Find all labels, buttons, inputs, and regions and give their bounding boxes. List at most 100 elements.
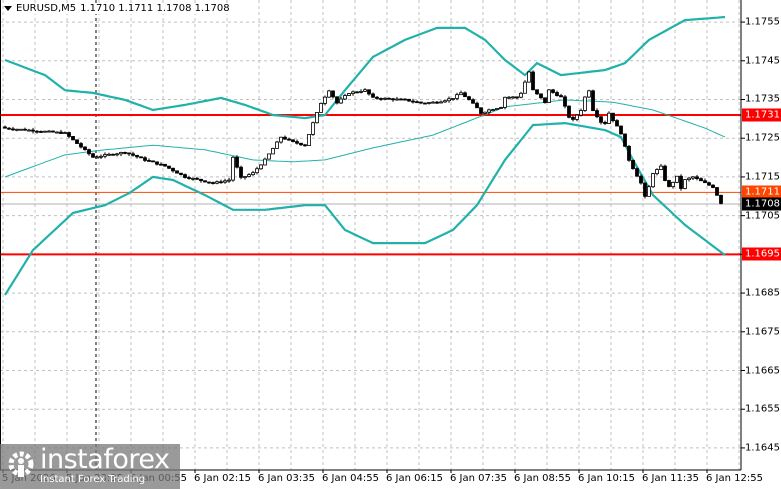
candle-body bbox=[687, 177, 691, 181]
candle-body bbox=[459, 92, 463, 96]
candle-body bbox=[339, 98, 343, 104]
price-box-bid: 1.1708 bbox=[742, 197, 781, 211]
candle-body bbox=[83, 146, 87, 151]
candle-body bbox=[639, 175, 643, 184]
candle-body bbox=[307, 134, 311, 146]
candle-body bbox=[343, 95, 347, 100]
candle-body bbox=[271, 148, 275, 155]
candle-body bbox=[27, 129, 31, 132]
candle-body bbox=[259, 164, 263, 170]
candle-body bbox=[139, 156, 143, 159]
candle-body bbox=[143, 157, 147, 161]
gear-logo-icon bbox=[8, 451, 34, 477]
candle-body bbox=[711, 184, 715, 188]
candle-body bbox=[539, 93, 543, 99]
candle-body bbox=[507, 96, 511, 99]
candle-body bbox=[431, 101, 435, 104]
candle-body bbox=[563, 96, 567, 107]
candle-body bbox=[619, 125, 623, 135]
candle-body bbox=[31, 129, 35, 132]
candle-body bbox=[383, 97, 387, 100]
candle-body bbox=[499, 107, 503, 109]
candle-body bbox=[555, 92, 559, 97]
candle-body bbox=[643, 182, 647, 197]
candle-body bbox=[163, 163, 167, 167]
candle-body bbox=[135, 154, 139, 158]
candle-body bbox=[11, 128, 15, 131]
symbol-label: EURUSD,M5 bbox=[16, 3, 77, 14]
price-tick-label: 1.1745 bbox=[745, 55, 780, 67]
candle-body bbox=[167, 165, 171, 169]
candle-body bbox=[239, 166, 243, 178]
candle-body bbox=[155, 161, 159, 165]
time-tick-label: 6 Jan 10:15 bbox=[578, 473, 635, 484]
candle-body bbox=[175, 170, 179, 174]
candle-body bbox=[355, 91, 359, 94]
candle-body bbox=[227, 179, 231, 182]
candle-body bbox=[663, 165, 667, 181]
candle-body bbox=[403, 98, 407, 101]
candle-body bbox=[435, 101, 439, 104]
ohlc-values: 1.1710 1.1711 1.1708 1.1708 bbox=[80, 3, 230, 14]
candle-body bbox=[623, 133, 627, 147]
price-tick-label: 1.1715 bbox=[745, 171, 780, 183]
candle-body bbox=[487, 109, 491, 113]
candle-body bbox=[407, 98, 411, 102]
candle-body bbox=[295, 141, 299, 144]
candle-body bbox=[279, 136, 283, 143]
candle-body bbox=[111, 153, 115, 156]
candle-body bbox=[3, 126, 7, 129]
chart-header: EURUSD,M5 1.1710 1.1711 1.1708 1.1708 bbox=[4, 3, 232, 14]
candle-body bbox=[171, 167, 175, 172]
candle-body bbox=[427, 102, 431, 104]
candle-body bbox=[391, 98, 395, 101]
candle-body bbox=[571, 116, 575, 120]
candle-body bbox=[707, 182, 711, 186]
candle-body bbox=[395, 98, 399, 101]
candle-body bbox=[219, 181, 223, 184]
candle-body bbox=[655, 169, 659, 175]
candle-body bbox=[367, 89, 371, 95]
candle-body bbox=[255, 168, 259, 174]
candle-body bbox=[475, 102, 479, 109]
candle-body bbox=[647, 186, 651, 197]
candle-body bbox=[379, 98, 383, 100]
candle-body bbox=[119, 152, 123, 155]
candle-body bbox=[519, 92, 523, 98]
candle-body bbox=[703, 180, 707, 184]
time-tick-label: 6 Jan 06:15 bbox=[386, 473, 443, 484]
candle-body bbox=[567, 105, 571, 118]
candle-body bbox=[215, 181, 219, 184]
candle-body bbox=[667, 180, 671, 187]
candle-body bbox=[695, 176, 699, 180]
candle-body bbox=[675, 175, 679, 183]
dropdown-triangle-icon[interactable] bbox=[4, 6, 12, 11]
candle-body bbox=[115, 153, 119, 156]
candle-body bbox=[79, 143, 83, 148]
candle-body bbox=[43, 130, 47, 133]
candle-body bbox=[327, 90, 331, 98]
logo-tagline: Instant Forex Trading bbox=[40, 474, 146, 485]
candle-body bbox=[651, 173, 655, 188]
candle-body bbox=[91, 153, 95, 158]
price-tick-label: 1.1735 bbox=[745, 93, 780, 105]
candle-body bbox=[535, 89, 539, 95]
candle-body bbox=[107, 153, 111, 156]
price-chart[interactable] bbox=[0, 0, 781, 489]
candle-body bbox=[543, 97, 547, 103]
candle-body bbox=[607, 112, 611, 124]
candle-body bbox=[587, 90, 591, 98]
candle-body bbox=[319, 103, 323, 113]
candle-body bbox=[335, 96, 339, 104]
candle-body bbox=[611, 112, 615, 121]
candle-body bbox=[183, 174, 187, 178]
candle-body bbox=[235, 156, 239, 168]
candle-body bbox=[603, 121, 607, 124]
candle-body bbox=[399, 98, 403, 101]
candle-body bbox=[579, 110, 583, 116]
candle-body bbox=[523, 81, 527, 94]
candle-body bbox=[195, 177, 199, 180]
candle-body bbox=[363, 89, 367, 92]
candle-body bbox=[503, 96, 507, 108]
candle-body bbox=[303, 144, 307, 147]
